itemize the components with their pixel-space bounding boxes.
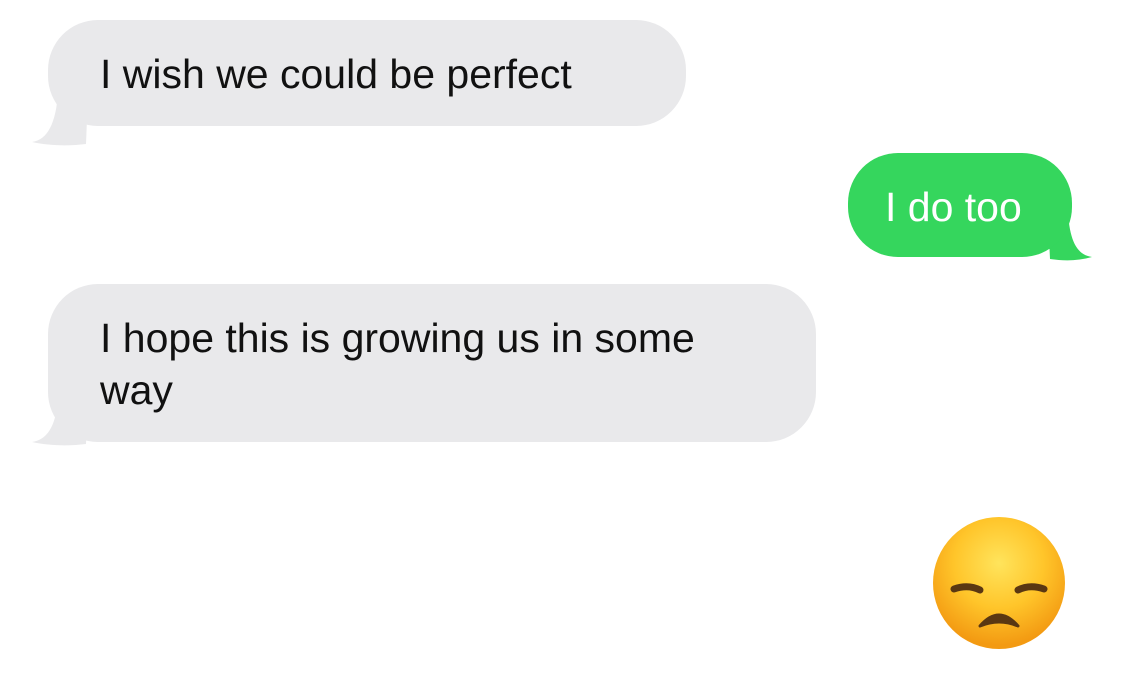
message-bubble-text: I do too <box>848 153 1072 257</box>
message-bubble-text: I wish we could be perfect <box>48 20 686 126</box>
sent-message[interactable]: I do too <box>848 153 1092 261</box>
message-bubble-text: I hope this is growing us in some way <box>48 284 816 442</box>
received-message[interactable]: I hope this is growing us in some way <box>32 284 816 446</box>
disappointed-face-icon[interactable] <box>930 514 1068 652</box>
message-thread: I wish we could be perfect I do too I ho… <box>0 0 1124 676</box>
received-message[interactable]: I wish we could be perfect <box>32 20 686 146</box>
